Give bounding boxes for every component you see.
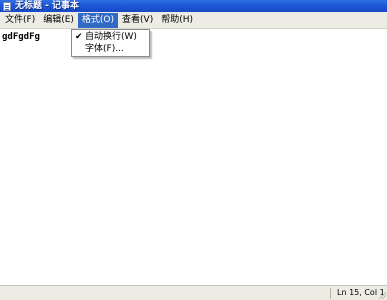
status-bar: Ln 15, Col 1 <box>0 285 387 300</box>
notepad-icon <box>3 1 11 11</box>
format-dropdown-menu: ✔ 自动换行(W) 字体(F)... <box>71 29 150 57</box>
menu-item-word-wrap-label: 自动换行(W) <box>85 32 137 42</box>
menu-item-font-label: 字体(F)... <box>85 44 124 54</box>
status-divider <box>330 288 331 299</box>
editor-content: gdFgdFg <box>2 32 40 42</box>
check-icon: ✔ <box>75 32 83 42</box>
menu-format[interactable]: 格式(O) <box>77 12 119 28</box>
menu-edit[interactable]: 编辑(E) <box>39 13 78 28</box>
menu-help[interactable]: 帮助(H) <box>157 13 197 28</box>
menu-file[interactable]: 文件(F) <box>1 13 39 28</box>
menu-item-word-wrap[interactable]: ✔ 自动换行(W) <box>72 31 149 43</box>
window-title: 无标题 - 记事本 <box>15 1 80 11</box>
title-bar[interactable]: 无标题 - 记事本 <box>0 0 387 12</box>
text-editor[interactable]: gdFgdFg <box>0 30 387 285</box>
menu-bar: 文件(F) 编辑(E) 格式(O) 查看(V) 帮助(H) <box>0 12 387 29</box>
menu-view[interactable]: 查看(V) <box>118 13 157 28</box>
menu-item-font[interactable]: 字体(F)... <box>72 43 149 55</box>
resize-grip-icon[interactable] <box>378 291 386 299</box>
